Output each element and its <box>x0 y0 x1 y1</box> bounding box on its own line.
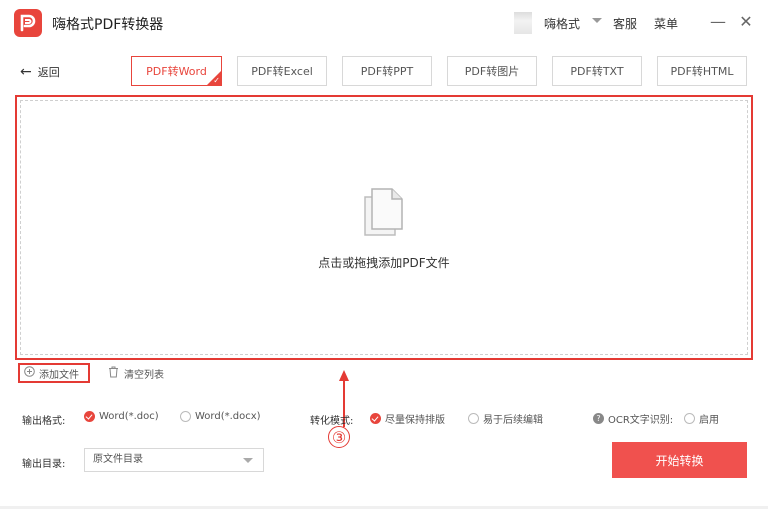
radio-icon <box>684 413 695 424</box>
conversion-mode-label: 转化模式: <box>310 416 354 427</box>
ocr-enable-option[interactable]: 启用 <box>684 411 719 426</box>
tab-label: PDF转TXT <box>570 65 624 78</box>
start-convert-button[interactable]: 开始转换 <box>612 442 747 478</box>
radio-icon <box>180 411 191 422</box>
mode-option-label: 易于后续编辑 <box>483 415 543 426</box>
tab-pdf-to-image[interactable]: PDF转图片 <box>447 56 537 86</box>
tab-label: PDF转PPT <box>360 65 414 78</box>
tab-pdf-to-ppt[interactable]: PDF转PPT <box>342 56 432 86</box>
format-option-label: Word(*.docx) <box>195 411 261 422</box>
username[interactable]: 嗨格式 <box>544 15 580 32</box>
tab-label: PDF转Word <box>146 65 207 78</box>
check-icon: ✓ <box>213 76 220 85</box>
close-icon[interactable]: ✕ <box>736 12 756 32</box>
radio-icon <box>468 413 479 424</box>
customer-service-link[interactable]: 客服 <box>613 15 637 32</box>
radio-checked-icon <box>370 413 381 424</box>
arrow-left-icon: ← <box>20 64 32 80</box>
step-number-badge: ③ <box>328 426 350 448</box>
tab-pdf-to-txt[interactable]: PDF转TXT <box>552 56 642 86</box>
ocr-enable-label: 启用 <box>699 415 719 426</box>
output-directory-select[interactable]: 原文件目录 <box>84 448 264 472</box>
tab-pdf-to-word[interactable]: PDF转Word ✓ <box>131 56 222 86</box>
output-format-label: 输出格式: <box>22 416 66 427</box>
tab-pdf-to-excel[interactable]: PDF转Excel <box>237 56 327 86</box>
tab-label: PDF转图片 <box>464 65 520 78</box>
minimize-icon[interactable]: — <box>708 12 728 32</box>
clear-list-button[interactable]: 清空列表 <box>108 366 164 381</box>
chevron-down-icon <box>243 458 253 463</box>
trash-icon <box>108 366 119 381</box>
output-directory-value: 原文件目录 <box>93 454 143 465</box>
tab-label: PDF转Excel <box>251 65 313 78</box>
tab-pdf-to-html[interactable]: PDF转HTML <box>657 56 747 86</box>
start-convert-label: 开始转换 <box>655 453 704 468</box>
mode-option-editable[interactable]: 易于后续编辑 <box>468 411 543 426</box>
add-file-label: 添加文件 <box>39 369 79 381</box>
back-button[interactable]: ← 返回 <box>20 64 60 80</box>
mode-option-keep-layout[interactable]: 尽量保持排版 <box>370 411 445 426</box>
app-logo-icon <box>14 9 42 37</box>
radio-checked-icon <box>84 411 95 422</box>
ocr-label: OCR文字识别: <box>608 415 674 426</box>
output-directory-label: 输出目录: <box>22 459 66 470</box>
ocr-setting: ? OCR文字识别: <box>593 411 673 426</box>
menu-link[interactable]: 菜单 <box>654 15 678 32</box>
mode-option-label: 尽量保持排版 <box>385 415 445 426</box>
plus-circle-icon <box>24 366 35 380</box>
back-label: 返回 <box>37 66 60 79</box>
app-title: 嗨格式PDF转换器 <box>52 17 164 33</box>
clear-list-label: 清空列表 <box>124 370 164 381</box>
help-icon[interactable]: ? <box>593 413 604 424</box>
format-option-docx[interactable]: Word(*.docx) <box>180 411 261 422</box>
tab-label: PDF转HTML <box>670 65 734 78</box>
chevron-down-icon[interactable] <box>592 18 602 23</box>
document-icon <box>362 187 406 243</box>
format-option-doc[interactable]: Word(*.doc) <box>84 411 159 422</box>
format-option-label: Word(*.doc) <box>99 411 159 422</box>
add-file-button[interactable]: 添加文件 <box>18 363 90 383</box>
avatar[interactable] <box>514 12 532 34</box>
drop-zone-text: 点击或拖拽添加PDF文件 <box>318 256 450 270</box>
